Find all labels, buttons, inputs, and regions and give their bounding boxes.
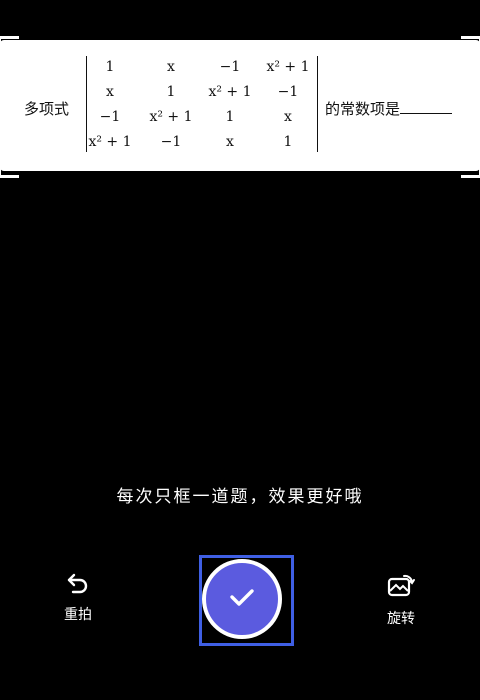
determinant: 1 x −1 x² + 1 x 1 x² + 1 −1 −1 x² + 1 1 … (86, 56, 318, 152)
confirm-button[interactable] (202, 559, 282, 639)
retake-label: 重拍 (64, 607, 92, 623)
question-suffix-text: 的常数项是 (325, 100, 401, 118)
matrix-cell: 1 (225, 109, 235, 125)
check-icon (227, 585, 257, 613)
matrix-cell: x² + 1 (88, 134, 132, 150)
rotate-image-icon (371, 572, 431, 598)
matrix-cell: −1 (160, 134, 182, 150)
matrix-cell: 1 (105, 59, 115, 75)
hint-text: 每次只框一道题，效果更好哦 (116, 487, 364, 507)
undo-icon (48, 572, 108, 594)
answer-blank (400, 99, 453, 114)
matrix-cell: −1 (99, 109, 121, 125)
matrix-cell: x (106, 84, 114, 100)
matrix-cell: x² + 1 (149, 109, 193, 125)
crop-corner-top-right[interactable] (461, 36, 480, 57)
matrix-cell: x (167, 59, 175, 75)
matrix-cell: 1 (166, 84, 176, 100)
matrix-cell: −1 (219, 59, 241, 75)
question-prefix: 多项式 (24, 100, 70, 118)
crop-area[interactable]: 多项式 1 x −1 x² + 1 x 1 x² + 1 −1 −1 x² + … (0, 40, 480, 171)
question-suffix: 的常数项是 (325, 98, 453, 119)
crop-corner-bottom-left[interactable] (0, 157, 19, 178)
rotate-label: 旋转 (387, 611, 415, 627)
matrix-cell: 1 (283, 134, 293, 150)
rotate-button[interactable]: 旋转 (371, 572, 431, 628)
matrix-cell: x (226, 134, 234, 150)
matrix-cell: x² + 1 (208, 84, 252, 100)
matrix-cell: −1 (277, 84, 299, 100)
crop-corner-bottom-right[interactable] (461, 157, 480, 178)
crop-corner-top-left[interactable] (0, 36, 19, 57)
matrix-cell: x (284, 109, 292, 125)
matrix-cell: x² + 1 (266, 59, 310, 75)
retake-button[interactable]: 重拍 (48, 572, 108, 624)
